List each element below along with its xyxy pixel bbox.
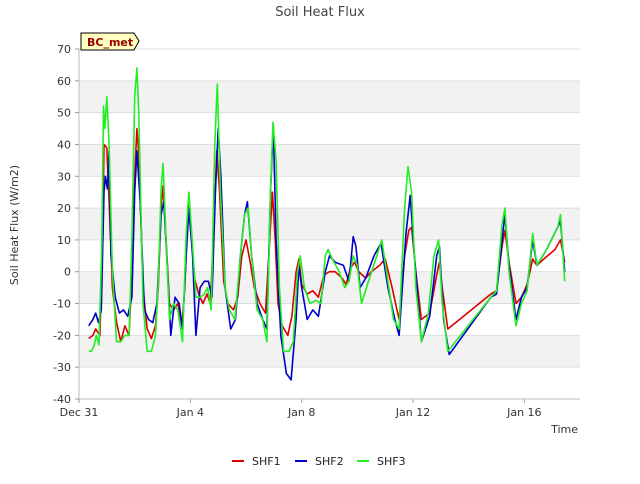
background-bands — [79, 49, 580, 399]
y-tick-label: -30 — [53, 361, 71, 374]
x-axis-label: Time — [550, 423, 578, 436]
y-tick-label: -40 — [53, 393, 71, 406]
y-tick-label: 40 — [57, 138, 71, 151]
y-tick-label: 70 — [57, 43, 71, 56]
background-band — [79, 80, 580, 113]
y-tick-label: 10 — [57, 234, 71, 247]
x-tick-label: Jan 4 — [176, 406, 204, 419]
y-tick-label: 20 — [57, 202, 71, 215]
legend: SHF1 SHF2 SHF3 — [232, 455, 406, 468]
y-tick-label: 50 — [57, 107, 71, 120]
site-badge-label: BC_met — [87, 36, 133, 49]
chart-title: Soil Heat Flux — [275, 5, 365, 20]
x-tick-label: Jan 16 — [506, 406, 541, 419]
soil-heat-flux-chart: -40 -30 -20 -10 0 10 20 30 40 50 60 70 Dec 31 Jan 4 Ja… — [8, 5, 580, 468]
legend-label-shf3: SHF3 — [377, 455, 406, 468]
y-axis-label: Soil Heat Flux (W/m2) — [8, 165, 21, 285]
chart-area: -40 -30 -20 -10 0 10 20 30 40 50 60 70 Dec 31 Jan 4 Ja… — [0, 0, 640, 480]
x-tick-label: Dec 31 — [60, 406, 99, 419]
y-tick-label: 30 — [57, 170, 71, 183]
y-tick-label: -10 — [53, 298, 71, 311]
legend-label-shf1: SHF1 — [252, 455, 281, 468]
background-band — [79, 271, 580, 304]
site-badge: BC_met — [80, 32, 140, 51]
background-band — [79, 144, 580, 177]
x-tick-label: Jan 8 — [287, 406, 315, 419]
x-tick-label: Jan 12 — [395, 406, 430, 419]
y-tick-label: 60 — [57, 75, 71, 88]
y-tick-label: 0 — [64, 266, 71, 279]
legend-label-shf2: SHF2 — [315, 455, 344, 468]
y-tick-label: -20 — [53, 329, 71, 342]
